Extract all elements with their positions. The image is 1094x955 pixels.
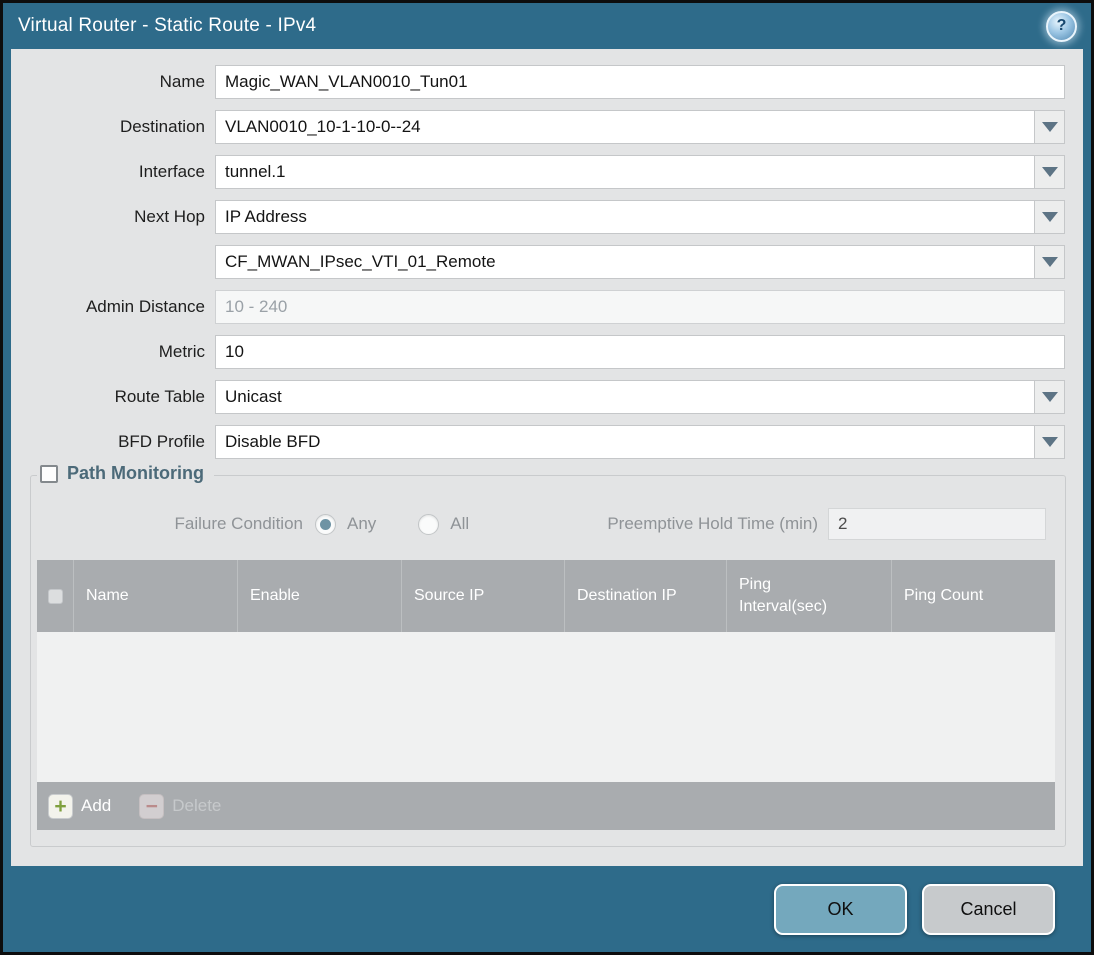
interface-input[interactable] bbox=[215, 155, 1035, 189]
table-body-empty bbox=[37, 632, 1055, 782]
name-input[interactable] bbox=[215, 65, 1065, 99]
failure-condition-all-label: All bbox=[450, 514, 470, 533]
path-monitoring-checkbox[interactable] bbox=[40, 464, 58, 483]
failure-condition-row: Failure Condition Any All Preemptive Hol… bbox=[37, 508, 1055, 540]
next-hop-address-input[interactable] bbox=[215, 245, 1035, 279]
interface-label: Interface bbox=[138, 162, 205, 181]
next-hop-type-input[interactable] bbox=[215, 200, 1035, 234]
chevron-down-icon bbox=[1041, 122, 1058, 132]
table-header-ping-interval: Ping Interval(sec) bbox=[726, 560, 891, 632]
path-monitoring-legend: Path Monitoring bbox=[37, 463, 214, 484]
destination-dropdown-button[interactable] bbox=[1034, 110, 1065, 144]
path-monitoring-section: Path Monitoring Failure Condition Any Al… bbox=[30, 463, 1066, 847]
admin-distance-label: Admin Distance bbox=[85, 297, 205, 316]
preemptive-hold-time-input[interactable] bbox=[828, 508, 1046, 540]
form-row-next-hop-address bbox=[11, 245, 1065, 279]
form-panel: Name Destination Interface Next Hop bbox=[11, 49, 1083, 866]
route-table-input[interactable] bbox=[215, 380, 1035, 414]
table-header-name: Name bbox=[73, 560, 237, 632]
name-label: Name bbox=[159, 72, 205, 91]
form-row-name: Name bbox=[11, 65, 1065, 99]
metric-input[interactable] bbox=[215, 335, 1065, 369]
form-row-metric: Metric bbox=[11, 335, 1065, 369]
table-header-ping-count: Ping Count bbox=[891, 560, 1055, 632]
form-row-bfd-profile: BFD Profile bbox=[11, 425, 1065, 459]
chevron-down-icon bbox=[1041, 257, 1058, 267]
bfd-profile-input[interactable] bbox=[215, 425, 1035, 459]
help-icon[interactable]: ? bbox=[1046, 10, 1077, 42]
path-monitoring-table: Name Enable Source IP Destination IP Pin… bbox=[37, 560, 1055, 830]
bfd-profile-dropdown-button[interactable] bbox=[1034, 425, 1065, 459]
chevron-down-icon bbox=[1041, 167, 1058, 177]
preemptive-hold-time-label: Preemptive Hold Time (min) bbox=[607, 514, 818, 533]
add-button-label: Add bbox=[81, 796, 112, 815]
delete-button-label: Delete bbox=[172, 796, 222, 815]
destination-label: Destination bbox=[119, 117, 205, 136]
route-table-label: Route Table bbox=[114, 387, 205, 406]
title-bar: Virtual Router - Static Route - IPv4 ? bbox=[3, 3, 1091, 49]
form-row-destination: Destination bbox=[11, 110, 1065, 144]
failure-condition-all-radio[interactable] bbox=[418, 513, 440, 535]
delete-button[interactable]: − Delete bbox=[139, 793, 222, 819]
interface-dropdown-button[interactable] bbox=[1034, 155, 1065, 189]
next-hop-dropdown-button[interactable] bbox=[1034, 200, 1065, 234]
admin-distance-input[interactable] bbox=[215, 290, 1065, 324]
form-row-route-table: Route Table bbox=[11, 380, 1065, 414]
dialog-title: Virtual Router - Static Route - IPv4 bbox=[18, 15, 317, 36]
minus-icon: − bbox=[139, 793, 165, 819]
chevron-down-icon bbox=[1041, 392, 1058, 402]
cancel-button[interactable]: Cancel bbox=[922, 883, 1055, 935]
bfd-profile-label: BFD Profile bbox=[118, 432, 205, 451]
form-row-next-hop: Next Hop bbox=[11, 200, 1065, 234]
add-button[interactable]: + Add bbox=[48, 793, 112, 819]
path-monitoring-title: Path Monitoring bbox=[67, 463, 204, 483]
metric-label: Metric bbox=[158, 342, 205, 361]
table-footer-actions: + Add − Delete bbox=[37, 782, 1055, 830]
dialog-footer: OK Cancel bbox=[3, 866, 1091, 952]
plus-icon: + bbox=[48, 793, 73, 819]
chevron-down-icon bbox=[1041, 437, 1058, 447]
chevron-down-icon bbox=[1041, 212, 1058, 222]
select-all-checkbox[interactable] bbox=[47, 588, 63, 604]
table-header-source-ip: Source IP bbox=[401, 560, 564, 632]
failure-condition-label: Failure Condition bbox=[174, 514, 303, 533]
form-row-admin-distance: Admin Distance bbox=[11, 290, 1065, 324]
table-header-checkbox-cell bbox=[37, 560, 73, 632]
failure-condition-any-radio[interactable] bbox=[315, 513, 336, 535]
table-header-enable: Enable bbox=[237, 560, 401, 632]
table-header-row: Name Enable Source IP Destination IP Pin… bbox=[37, 560, 1055, 632]
next-hop-address-dropdown-button[interactable] bbox=[1034, 245, 1065, 279]
failure-condition-any-label: Any bbox=[347, 514, 377, 533]
table-header-destination-ip: Destination IP bbox=[564, 560, 726, 632]
ok-button[interactable]: OK bbox=[774, 883, 907, 935]
form-row-interface: Interface bbox=[11, 155, 1065, 189]
static-route-dialog: Virtual Router - Static Route - IPv4 ? N… bbox=[0, 0, 1094, 955]
next-hop-label: Next Hop bbox=[134, 207, 205, 226]
route-table-dropdown-button[interactable] bbox=[1034, 380, 1065, 414]
destination-input[interactable] bbox=[215, 110, 1035, 144]
